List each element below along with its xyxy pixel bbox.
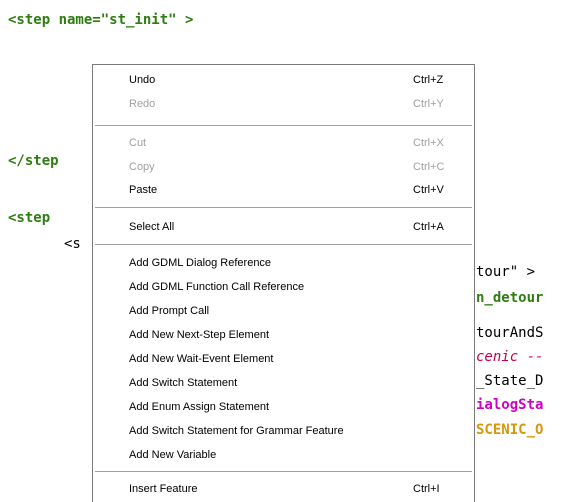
code-line-step-open-2: <step	[8, 210, 51, 226]
menu-item-label: Add Switch Statement	[129, 377, 238, 389]
menu-item-add-switch-grammar[interactable]: Add Switch Statement for Grammar Feature	[93, 420, 474, 442]
menu-item-shortcut: Ctrl+Y	[413, 98, 444, 110]
code-fragment-7: SCENIC_O	[476, 422, 544, 438]
menu-item-label: Add Prompt Call	[129, 305, 210, 317]
menu-item-shortcut: Ctrl+X	[413, 137, 444, 149]
code-fragment-5: _State_D	[476, 373, 544, 389]
code-fragment-6: ialogSta	[476, 397, 544, 413]
menu-item-add-enum-assign[interactable]: Add Enum Assign Statement	[93, 396, 474, 418]
menu-item-cut[interactable]: Cut Ctrl+X	[93, 132, 474, 154]
menu-item-shortcut: Ctrl+Z	[413, 74, 444, 86]
menu-item-label: Add Switch Statement for Grammar Feature	[129, 425, 344, 437]
context-menu: Undo Ctrl+Z Redo Ctrl+Y Cut Ctrl+X Copy …	[92, 64, 475, 502]
menu-item-label: Add New Variable	[129, 449, 217, 461]
menu-item-label: Add New Wait-Event Element	[129, 353, 274, 365]
code-fragment-2: n_detour	[476, 290, 544, 306]
menu-item-label: Add Enum Assign Statement	[129, 401, 270, 413]
menu-item-paste[interactable]: Paste Ctrl+V	[93, 179, 474, 201]
menu-item-shortcut: Ctrl+I	[413, 483, 440, 495]
menu-item-label: Redo	[129, 98, 156, 110]
code-fragment-1: tour" >	[476, 264, 536, 280]
menu-item-add-next-step[interactable]: Add New Next-Step Element	[93, 324, 474, 346]
menu-item-insert-feature[interactable]: Insert Feature Ctrl+I	[93, 478, 474, 500]
menu-separator	[95, 125, 472, 126]
menu-item-add-variable[interactable]: Add New Variable	[93, 444, 474, 466]
menu-item-redo[interactable]: Redo Ctrl+Y	[93, 93, 474, 115]
menu-item-add-wait-event[interactable]: Add New Wait-Event Element	[93, 348, 474, 370]
menu-item-label: Add New Next-Step Element	[129, 329, 270, 341]
menu-item-label: Cut	[129, 137, 147, 149]
menu-item-label: Insert Feature	[129, 483, 198, 495]
menu-item-label: Copy	[129, 161, 155, 173]
menu-item-shortcut: Ctrl+V	[413, 184, 444, 196]
code-line-child: <s	[64, 236, 81, 252]
menu-separator	[95, 471, 472, 472]
code-line-step-close: </step	[8, 153, 59, 169]
menu-item-add-switch[interactable]: Add Switch Statement	[93, 372, 474, 394]
menu-item-label: Select All	[129, 221, 175, 233]
menu-item-label: Add GDML Dialog Reference	[129, 257, 272, 269]
menu-item-copy[interactable]: Copy Ctrl+C	[93, 156, 474, 178]
menu-item-add-gdml-function[interactable]: Add GDML Function Call Reference	[93, 276, 474, 298]
menu-item-shortcut: Ctrl+A	[413, 221, 444, 233]
code-line-step-open: <step name="st_init" >	[8, 12, 194, 28]
menu-item-undo[interactable]: Undo Ctrl+Z	[93, 69, 474, 91]
menu-item-label: Add GDML Function Call Reference	[129, 281, 305, 293]
code-fragment-4: cenic --	[476, 349, 544, 365]
code-fragment-3: tourAndS	[476, 325, 544, 341]
menu-item-add-prompt-call[interactable]: Add Prompt Call	[93, 300, 474, 322]
menu-item-label: Paste	[129, 184, 158, 196]
menu-separator	[95, 207, 472, 208]
menu-item-label: Undo	[129, 74, 156, 86]
menu-item-shortcut: Ctrl+C	[413, 161, 445, 173]
menu-item-add-gdml-dialog[interactable]: Add GDML Dialog Reference	[93, 252, 474, 274]
menu-separator	[95, 244, 472, 245]
menu-item-select-all[interactable]: Select All Ctrl+A	[93, 216, 474, 238]
